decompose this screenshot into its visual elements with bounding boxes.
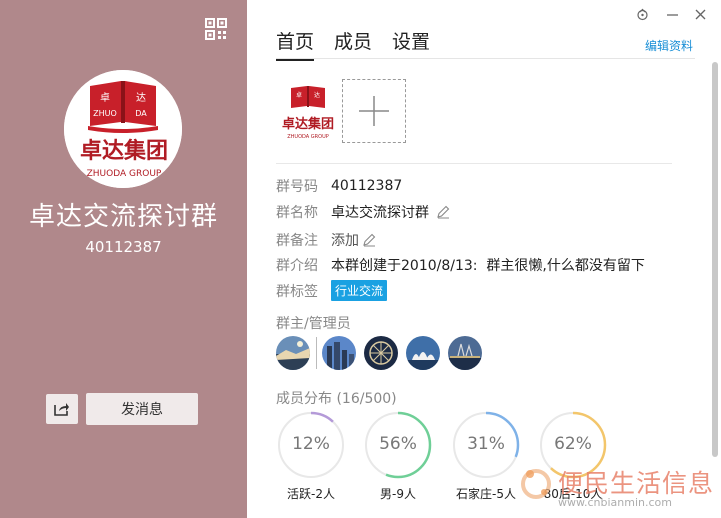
tab-home[interactable]: 首页 xyxy=(276,27,315,61)
group-remark-add-link[interactable]: 添加 xyxy=(331,230,359,250)
edit-remark-pencil-icon[interactable] xyxy=(362,233,376,247)
edit-profile-link[interactable]: 编辑资料 xyxy=(645,37,693,54)
minimize-icon[interactable] xyxy=(666,8,679,25)
watermark-logo-icon xyxy=(521,469,551,499)
group-intro-label: 群介绍 xyxy=(276,258,318,274)
svg-text:达: 达 xyxy=(136,92,146,104)
stat-label: 活跃-2人 xyxy=(287,487,335,501)
share-icon xyxy=(54,403,69,416)
group-remark-row: 群备注 添加 xyxy=(276,230,376,250)
group-profile-sidebar: 卓 达 ZHUO DA 卓达集团 ZHUODA GROUP 卓达交流探讨群 40… xyxy=(0,0,247,518)
divider xyxy=(276,163,672,164)
stat-city[interactable]: 31% 石家庄-5人 xyxy=(451,410,521,501)
admin-avatar[interactable] xyxy=(364,336,398,370)
group-tag-label: 群标签 xyxy=(276,283,318,300)
watermark-text: 便民生活信息 xyxy=(558,469,715,498)
svg-text:DA: DA xyxy=(135,109,147,118)
stat-male[interactable]: 56% 男-9人 xyxy=(363,410,433,501)
group-intro-row: 群介绍 本群创建于2010/8/13: 群主很懒,什么都没有留下 xyxy=(276,255,645,275)
svg-text:卓: 卓 xyxy=(296,91,302,99)
send-message-button[interactable]: 发消息 xyxy=(86,393,198,425)
watermark: 便民生活信息 www.cnbianmin.com xyxy=(514,462,719,518)
svg-text:ZHUODA GROUP: ZHUODA GROUP xyxy=(87,169,162,179)
admin-avatar[interactable] xyxy=(406,336,440,370)
scrollbar[interactable] xyxy=(712,62,718,457)
tab-divider xyxy=(276,58,695,59)
admins-list xyxy=(276,336,490,370)
zhuoda-logo-image: 卓 达 卓达集团 ZHUODA GROUP xyxy=(277,80,339,142)
group-number-value: 40112387 xyxy=(331,178,403,194)
distribution-title: 成员分布 (16/500) xyxy=(276,391,397,407)
svg-text:达: 达 xyxy=(314,91,320,99)
group-name-value: 卓达交流探讨群 xyxy=(331,205,429,221)
share-button[interactable] xyxy=(46,394,78,424)
group-photo-thumbnail[interactable]: 卓 达 卓达集团 ZHUODA GROUP xyxy=(277,80,339,142)
skin-icon[interactable] xyxy=(636,8,649,25)
watermark-url: www.cnbianmin.com xyxy=(558,496,672,509)
tab-settings[interactable]: 设置 xyxy=(392,27,430,61)
group-name-row: 群名称 卓达交流探讨群 xyxy=(276,202,450,222)
admin-avatar[interactable] xyxy=(322,336,356,370)
svg-text:卓达集团: 卓达集团 xyxy=(282,116,334,132)
admin-avatar[interactable] xyxy=(448,336,482,370)
stat-label: 男-9人 xyxy=(380,487,416,501)
close-icon[interactable] xyxy=(694,8,707,25)
svg-text:ZHUO: ZHUO xyxy=(93,109,117,118)
admins-section-title: 群主/管理员 xyxy=(276,316,351,332)
group-remark-label: 群备注 xyxy=(276,233,318,249)
stat-percent: 12% xyxy=(292,434,330,454)
edit-name-pencil-icon[interactable] xyxy=(436,205,450,219)
group-title: 卓达交流探讨群 xyxy=(28,202,218,232)
group-avatar[interactable]: 卓 达 ZHUO DA 卓达集团 ZHUODA GROUP xyxy=(64,70,182,188)
group-tag-row: 群标签 行业交流 xyxy=(276,280,388,301)
tab-members[interactable]: 成员 xyxy=(334,27,372,61)
qr-code-icon[interactable] xyxy=(205,18,227,40)
group-id: 40112387 xyxy=(85,238,162,256)
svg-text:卓达集团: 卓达集团 xyxy=(80,138,168,164)
plus-icon xyxy=(359,96,389,126)
zhuoda-logo-image: 卓 达 ZHUO DA 卓达集团 ZHUODA GROUP xyxy=(64,70,182,188)
svg-text:卓: 卓 xyxy=(100,92,110,104)
stat-percent: 31% xyxy=(467,434,505,454)
admin-avatar-owner[interactable] xyxy=(276,336,310,370)
group-intro-value: 本群创建于2010/8/13: 群主很懒,什么都没有留下 xyxy=(331,258,645,274)
group-number-label: 群号码 xyxy=(276,179,318,195)
group-number-row: 群号码 40112387 xyxy=(276,176,402,196)
stat-active[interactable]: 12% 活跃-2人 xyxy=(276,410,346,501)
stat-percent: 62% xyxy=(554,434,592,454)
owner-admin-divider xyxy=(316,337,317,369)
add-photo-button[interactable] xyxy=(342,79,406,143)
svg-text:ZHUODA GROUP: ZHUODA GROUP xyxy=(287,134,329,140)
stat-percent: 56% xyxy=(379,434,417,454)
group-name-label: 群名称 xyxy=(276,205,318,221)
tab-bar: 首页 成员 设置 xyxy=(276,27,430,61)
group-tag-badge[interactable]: 行业交流 xyxy=(331,280,388,301)
